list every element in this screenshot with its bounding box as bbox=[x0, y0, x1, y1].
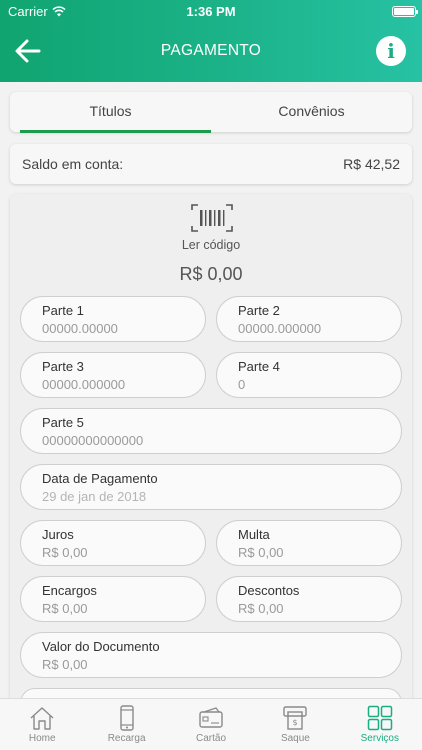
payment-date-value: 29 de jan de 2018 bbox=[42, 489, 147, 504]
tab-convenios[interactable]: Convênios bbox=[211, 92, 412, 132]
scan-barcode-label[interactable]: Ler código bbox=[10, 238, 412, 252]
status-bar: Carrier 1:36 PM bbox=[0, 4, 422, 20]
atm-icon: $ bbox=[283, 706, 308, 730]
parte4-value: 0 bbox=[238, 377, 246, 392]
balance-value: R$ 42,52 bbox=[343, 156, 400, 172]
total-amount: R$ 0,00 bbox=[179, 264, 243, 284]
multa-field[interactable]: Multa R$ 0,00 bbox=[216, 520, 402, 566]
tabbar-saque[interactable]: $ Saque bbox=[253, 699, 337, 750]
info-button[interactable]: i bbox=[376, 36, 406, 66]
parte4-label: Parte 4 bbox=[238, 359, 280, 374]
tab-titulos[interactable]: Títulos bbox=[10, 92, 211, 133]
tabbar-servicos-label: Serviços bbox=[360, 733, 399, 744]
tabbar-recarga-label: Recarga bbox=[107, 733, 146, 744]
descontos-label: Descontos bbox=[238, 583, 300, 598]
tabbar-home[interactable]: Home bbox=[0, 699, 84, 750]
multa-label: Multa bbox=[238, 527, 270, 542]
tabbar-home-label: Home bbox=[28, 733, 56, 744]
bottom-tab-bar: Home Recarga Cartão $ Saque Serviços bbox=[0, 698, 422, 750]
phone-icon bbox=[119, 705, 134, 731]
tabbar-recarga[interactable]: Recarga bbox=[84, 699, 168, 750]
parte3-label: Parte 3 bbox=[42, 359, 84, 374]
parte1-label: Parte 1 bbox=[42, 303, 84, 318]
parte2-label: Parte 2 bbox=[238, 303, 280, 318]
tabbar-servicos[interactable]: Serviços bbox=[338, 699, 422, 750]
parte2-value: 00000.000000 bbox=[238, 321, 322, 336]
card-icon bbox=[199, 707, 223, 728]
balance-label: Saldo em conta: bbox=[22, 156, 124, 172]
grid-icon bbox=[367, 705, 393, 731]
scan-barcode-button[interactable] bbox=[191, 204, 233, 232]
parte5-field[interactable]: Parte 5 00000000000000 bbox=[20, 408, 402, 454]
parte1-value: 00000.00000 bbox=[42, 321, 118, 336]
descontos-value: R$ 0,00 bbox=[238, 601, 284, 616]
segment-tabs: Títulos Convênios bbox=[10, 92, 412, 133]
document-value-value: R$ 0,00 bbox=[42, 657, 88, 672]
status-time: 1:36 PM bbox=[186, 4, 236, 19]
descontos-field[interactable]: Descontos R$ 0,00 bbox=[216, 576, 402, 622]
home-icon bbox=[30, 707, 54, 730]
tabbar-cartao[interactable]: Cartão bbox=[169, 699, 253, 750]
document-value-field[interactable]: Valor do Documento R$ 0,00 bbox=[20, 632, 402, 678]
payment-date-field[interactable]: Data de Pagamento 29 de jan de 2018 bbox=[20, 464, 402, 510]
document-value-label: Valor do Documento bbox=[42, 639, 160, 654]
encargos-label: Encargos bbox=[42, 583, 97, 598]
parte2-field[interactable]: Parte 2 00000.000000 bbox=[216, 296, 402, 342]
svg-text:$: $ bbox=[293, 718, 298, 727]
battery-icon bbox=[392, 6, 418, 17]
tabbar-cartao-label: Cartão bbox=[196, 733, 227, 744]
tabbar-saque-label: Saque bbox=[280, 733, 310, 744]
app-header: Carrier 1:36 PM PAGAMENTO i bbox=[0, 0, 422, 82]
payment-form: Ler código R$ 0,00 Parte 1 00000.00000 P… bbox=[10, 194, 412, 718]
barcode-icon bbox=[191, 204, 233, 232]
parte3-value: 00000.000000 bbox=[42, 377, 126, 392]
parte4-field[interactable]: Parte 4 0 bbox=[216, 352, 402, 398]
multa-value: R$ 0,00 bbox=[238, 545, 284, 560]
payment-date-label: Data de Pagamento bbox=[42, 471, 158, 486]
juros-value: R$ 0,00 bbox=[42, 545, 88, 560]
encargos-field[interactable]: Encargos R$ 0,00 bbox=[20, 576, 206, 622]
parte5-label: Parte 5 bbox=[42, 415, 84, 430]
parte3-field[interactable]: Parte 3 00000.000000 bbox=[20, 352, 206, 398]
parte1-field[interactable]: Parte 1 00000.00000 bbox=[20, 296, 206, 342]
juros-field[interactable]: Juros R$ 0,00 bbox=[20, 520, 206, 566]
balance-bar: Saldo em conta: R$ 42,52 bbox=[10, 144, 412, 184]
parte5-value: 00000000000000 bbox=[42, 433, 144, 448]
page-title: PAGAMENTO bbox=[160, 42, 262, 59]
juros-label: Juros bbox=[42, 527, 74, 542]
encargos-value: R$ 0,00 bbox=[42, 601, 88, 616]
info-icon: i bbox=[387, 39, 395, 63]
